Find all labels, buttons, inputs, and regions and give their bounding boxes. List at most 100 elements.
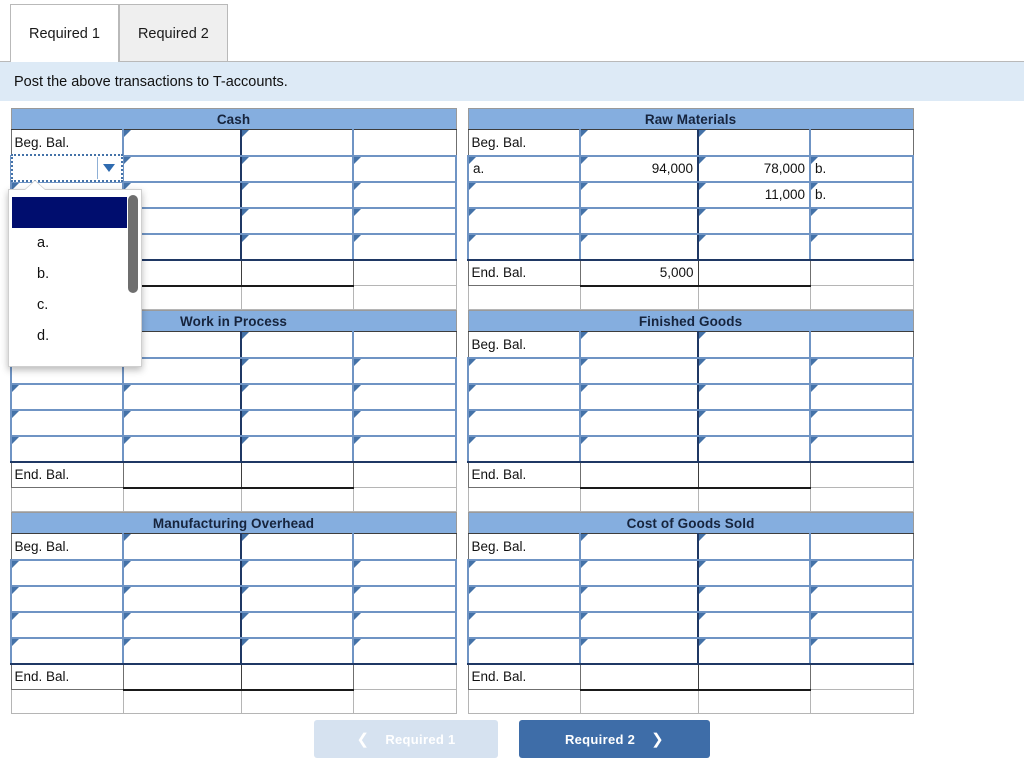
row-right-label-input[interactable] xyxy=(808,636,915,665)
debit-input[interactable] xyxy=(579,180,699,209)
row-right-label-input[interactable] xyxy=(351,558,458,587)
debit-input[interactable] xyxy=(122,610,242,639)
credit-input[interactable] xyxy=(697,382,811,411)
credit-input[interactable]: 78,000 xyxy=(697,154,811,183)
debit-input[interactable] xyxy=(122,558,242,587)
row-right-label-input[interactable] xyxy=(351,356,458,385)
debit-input[interactable] xyxy=(579,610,699,639)
credit-input[interactable] xyxy=(240,533,354,561)
debit-input[interactable] xyxy=(122,584,242,613)
credit-input[interactable] xyxy=(697,636,811,665)
row-right-label-input[interactable] xyxy=(351,232,458,261)
credit-input[interactable] xyxy=(240,206,354,235)
dropdown-option[interactable]: c. xyxy=(12,290,127,321)
debit-input[interactable] xyxy=(122,636,242,665)
credit-input[interactable] xyxy=(697,356,811,385)
credit-input[interactable] xyxy=(697,610,811,639)
row-left-label-input[interactable] xyxy=(467,610,581,639)
debit-input[interactable] xyxy=(579,636,699,665)
row-right-label-input[interactable] xyxy=(351,636,458,665)
row-left-label-input[interactable] xyxy=(467,232,581,261)
row-left-label-input[interactable] xyxy=(10,584,124,613)
row-left-label-input[interactable] xyxy=(467,206,581,235)
credit-input[interactable] xyxy=(240,408,354,437)
debit-input[interactable] xyxy=(579,408,699,437)
row-right-label-input[interactable] xyxy=(808,232,915,261)
dropdown-scrollbar[interactable] xyxy=(128,195,138,361)
credit-input[interactable] xyxy=(240,610,354,639)
credit-input[interactable] xyxy=(697,533,811,561)
debit-input[interactable] xyxy=(122,408,242,437)
row-right-label-input[interactable] xyxy=(808,408,915,437)
credit-input[interactable] xyxy=(240,180,354,209)
row-left-label-input[interactable] xyxy=(467,180,581,209)
account-select-dropdown[interactable]: a. b. c. d. xyxy=(8,181,142,367)
credit-input[interactable] xyxy=(240,558,354,587)
row-left-label-input[interactable] xyxy=(467,356,581,385)
credit-input[interactable] xyxy=(240,232,354,261)
debit-input[interactable] xyxy=(579,206,699,235)
row-left-label-input[interactable] xyxy=(467,584,581,613)
debit-input[interactable] xyxy=(579,382,699,411)
debit-input[interactable] xyxy=(579,558,699,587)
credit-input[interactable] xyxy=(697,558,811,587)
credit-input[interactable] xyxy=(697,331,811,359)
dropdown-arrow-button[interactable] xyxy=(97,157,119,179)
row-right-label-input[interactable]: b. xyxy=(808,154,915,183)
dropdown-option[interactable]: d. xyxy=(12,321,127,352)
row-right-label-input[interactable] xyxy=(351,584,458,613)
dropdown-option[interactable]: a. xyxy=(12,228,127,259)
row-right-label-input[interactable] xyxy=(351,154,458,183)
row-right-label-input[interactable]: b. xyxy=(808,180,915,209)
row-left-label-input[interactable] xyxy=(10,610,124,639)
row-right-label-input[interactable] xyxy=(351,382,458,411)
debit-input[interactable] xyxy=(122,129,242,157)
row-right-label-input[interactable] xyxy=(808,356,915,385)
row-right-label-input[interactable] xyxy=(351,408,458,437)
row-left-label-input[interactable] xyxy=(467,636,581,665)
credit-input[interactable] xyxy=(240,382,354,411)
row-right-label-input[interactable] xyxy=(351,180,458,209)
row-left-label-input[interactable] xyxy=(10,558,124,587)
credit-input[interactable] xyxy=(697,584,811,613)
row-left-label-input[interactable] xyxy=(467,382,581,411)
debit-input[interactable] xyxy=(579,356,699,385)
row-left-label-input[interactable] xyxy=(10,636,124,665)
row-right-label-input[interactable] xyxy=(808,434,915,463)
row-right-label-input[interactable] xyxy=(808,206,915,235)
dropdown-option[interactable] xyxy=(12,197,127,228)
row-left-label-input[interactable] xyxy=(10,382,124,411)
row-left-label-input[interactable] xyxy=(10,408,124,437)
row-right-label-input[interactable] xyxy=(808,610,915,639)
credit-input[interactable] xyxy=(240,331,354,359)
tab-required-2[interactable]: Required 2 xyxy=(118,4,228,62)
credit-input[interactable]: 11,000 xyxy=(697,180,811,209)
credit-input[interactable] xyxy=(697,129,811,157)
credit-input[interactable] xyxy=(240,154,354,183)
row-right-label-input[interactable] xyxy=(351,434,458,463)
dropdown-scrollbar-thumb[interactable] xyxy=(128,195,138,293)
debit-input[interactable] xyxy=(122,154,242,183)
debit-input[interactable] xyxy=(122,382,242,411)
required-1-prev-button[interactable]: ❮ Required 1 xyxy=(314,720,498,758)
dropdown-option[interactable]: b. xyxy=(12,259,127,290)
debit-input[interactable] xyxy=(579,434,699,463)
required-2-next-button[interactable]: Required 2 ❯ xyxy=(519,720,710,758)
credit-input[interactable] xyxy=(240,356,354,385)
debit-input[interactable] xyxy=(579,584,699,613)
row-right-label-input[interactable] xyxy=(351,610,458,639)
credit-input[interactable] xyxy=(240,584,354,613)
account-select-input[interactable] xyxy=(11,154,123,182)
tab-required-1[interactable]: Required 1 xyxy=(10,4,119,62)
row-right-label-input[interactable] xyxy=(808,382,915,411)
debit-input[interactable] xyxy=(122,434,242,463)
credit-input[interactable] xyxy=(240,129,354,157)
row-left-label-input[interactable] xyxy=(467,558,581,587)
credit-input[interactable] xyxy=(697,206,811,235)
row-right-label-input[interactable] xyxy=(808,558,915,587)
credit-input[interactable] xyxy=(697,232,811,261)
credit-input[interactable] xyxy=(697,434,811,463)
row-left-label-input[interactable] xyxy=(467,408,581,437)
row-right-label-input[interactable] xyxy=(808,584,915,613)
debit-input[interactable] xyxy=(122,533,242,561)
